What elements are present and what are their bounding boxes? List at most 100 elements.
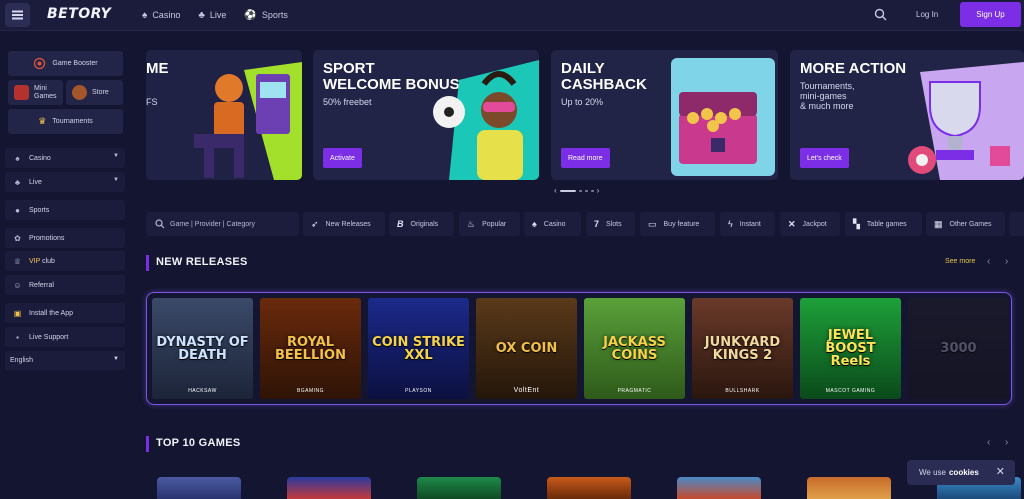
category-casino[interactable]: ♠ Casino [524, 212, 581, 236]
category-buy-feature[interactable]: ▭ Buy feature [640, 212, 715, 236]
category-label: Casino [543, 220, 566, 228]
live-icon: ♣ [14, 177, 21, 187]
sidebar-item-vip[interactable]: ♕ VIP club [5, 251, 125, 271]
promo-banner-freespins[interactable]: ME FS [146, 50, 302, 180]
pagination-dot[interactable] [590, 189, 594, 192]
jackpot-icon: ✕ [788, 218, 796, 229]
seven-icon: 7 [594, 219, 600, 229]
top10-game-tile[interactable] [547, 477, 631, 499]
sidebar-item-label: Live Support [29, 333, 69, 341]
chevron-right-icon[interactable]: › [597, 186, 600, 195]
game-tile[interactable]: JEWEL BOOST Reels MASCOT GAMING [800, 298, 901, 399]
game-booster-button[interactable]: Game Booster [8, 51, 123, 76]
top10-game-tile[interactable] [417, 477, 501, 499]
top10-title: TOP 10 GAMES [156, 437, 241, 449]
read-more-button[interactable]: Read more [561, 148, 610, 168]
category-new-releases[interactable]: ➶ New Releases [303, 212, 385, 236]
top10-game-tile[interactable] [287, 477, 371, 499]
pagination-dot[interactable] [578, 189, 582, 192]
store-button[interactable]: Store [66, 80, 123, 105]
game-title: 3000 [940, 341, 977, 356]
game-tile[interactable]: JACKASS COINS PRAGMATIC [584, 298, 685, 399]
menu-button[interactable] [5, 3, 30, 27]
category-slots[interactable]: 7 Slots [586, 212, 635, 236]
promo-banner-cashback[interactable]: DAILY CASHBACK Up to 20% Read more [551, 50, 778, 180]
trophy-icon: ♛ [38, 116, 47, 126]
top-bar: BETORY ♠ Casino ♣ Live ⚽ Sports Log In Sign… [0, 0, 1024, 31]
new-releases-title: NEW RELEASES [156, 256, 248, 268]
spade-icon: ♠ [15, 153, 20, 163]
top10-game-tile[interactable] [157, 477, 241, 499]
game-provider: PLAYSON [405, 388, 432, 394]
see-more-link[interactable]: See more [945, 258, 975, 265]
category-label: New Releases [325, 220, 371, 228]
search-icon[interactable] [874, 8, 887, 21]
nav-casino-label: Casino [152, 10, 181, 20]
game-booster-label: Game Booster [52, 60, 98, 67]
category-other-games[interactable]: ▦ Other Games [926, 212, 1005, 236]
chevron-right-icon[interactable]: › [1005, 256, 1008, 267]
promo-banner-sport-bonus[interactable]: SPORT WELCOME BONUS 50% freebet Activate [313, 50, 539, 180]
cookies-link[interactable]: cookies [949, 468, 979, 477]
game-tile[interactable]: COIN STRIKE XXL PLAYSON [368, 298, 469, 399]
logo[interactable]: BETORY [47, 6, 111, 22]
chevron-left-icon[interactable]: ‹ [554, 186, 557, 195]
category-more[interactable] [1009, 212, 1024, 236]
store-label: Store [92, 89, 109, 96]
category-popular[interactable]: ♨ Popular [459, 212, 520, 236]
close-icon[interactable]: ✕ [996, 465, 1005, 478]
game-tile[interactable]: DYNASTY OF DEATH HACKSAW [152, 298, 253, 399]
category-originals[interactable]: B Originals [389, 212, 454, 236]
game-tile[interactable]: ROYAL BEELLION BGAMING [260, 298, 361, 399]
pagination-dot[interactable] [584, 189, 588, 192]
chevron-left-icon[interactable]: ‹ [987, 437, 990, 448]
game-title: JEWEL BOOST Reels [825, 328, 876, 369]
top-nav: ♠ Casino ♣ Live ⚽ Sports [142, 0, 288, 30]
bolt-icon: ϟ [728, 219, 733, 229]
banner-title: DAILY CASHBACK [561, 60, 647, 93]
mini-games-label: Mini Games [34, 84, 57, 100]
tournaments-button[interactable]: ♛ Tournaments [8, 109, 123, 134]
top10-game-tile[interactable] [677, 477, 761, 499]
category-instant[interactable]: ϟ Instant [720, 212, 775, 236]
game-tile[interactable]: OX COIN VoltEnt [476, 298, 577, 399]
vip-text: VIP [29, 257, 41, 265]
sidebar-item-promotions[interactable]: ✿ Promotions [5, 228, 125, 248]
sidebar-item-sports[interactable]: ● Sports [5, 200, 125, 220]
signup-button[interactable]: Sign Up [960, 2, 1021, 27]
trophy-illustration [908, 62, 1024, 180]
activate-button[interactable]: Activate [323, 148, 362, 168]
lets-check-button[interactable]: Let's check [800, 148, 849, 168]
nav-sports[interactable]: ⚽ Sports [244, 10, 287, 21]
sidebar-item-label: Install the App [29, 309, 73, 317]
category-label: Jackpot [802, 220, 827, 228]
sidebar-item-live[interactable]: ♣ Live ▼ [5, 172, 125, 192]
sidebar-item-install-app[interactable]: ▣ Install the App [5, 303, 125, 323]
sidebar-item-live-support[interactable]: ▪ Live Support [5, 327, 125, 347]
nav-live[interactable]: ♣ Live [198, 10, 226, 21]
game-tile[interactable]: JUNKYARD KINGS 2 BULLSHARK [692, 298, 793, 399]
chevron-right-icon[interactable]: › [1005, 437, 1008, 448]
language-select[interactable]: English ▼ [5, 351, 125, 370]
gift-icon: ✿ [14, 233, 21, 243]
game-search-input[interactable]: Game | Provider | Category [146, 212, 299, 236]
sport-player-illustration [433, 60, 539, 180]
sidebar-item-referral[interactable]: ☺ Referral [5, 275, 125, 295]
sidebar-item-casino[interactable]: ♠ Casino ▼ [5, 148, 125, 168]
users-icon: ☺ [13, 280, 22, 290]
sidebar-item-label: VIP club [29, 258, 55, 265]
promo-banner-more-action[interactable]: MORE ACTION Tournaments, mini-games & mu… [790, 50, 1024, 180]
chevron-left-icon[interactable]: ‹ [987, 256, 990, 267]
game-title: ROYAL BEELLION [274, 334, 346, 363]
nav-casino[interactable]: ♠ Casino [142, 10, 180, 21]
banner-pagination[interactable]: ‹ › [554, 186, 599, 195]
game-tile[interactable]: 3000 [908, 298, 1009, 399]
category-jackpot[interactable]: ✕ Jackpot [780, 212, 840, 236]
category-table-games[interactable]: ▚ Table games [845, 212, 922, 236]
mini-games-button[interactable]: Mini Games [8, 80, 63, 105]
top10-game-tile[interactable] [807, 477, 891, 499]
pagination-dot-active[interactable] [559, 189, 576, 192]
grid-icon: ▦ [934, 218, 943, 229]
target-icon [34, 57, 46, 70]
login-button[interactable]: Log In [916, 10, 938, 19]
